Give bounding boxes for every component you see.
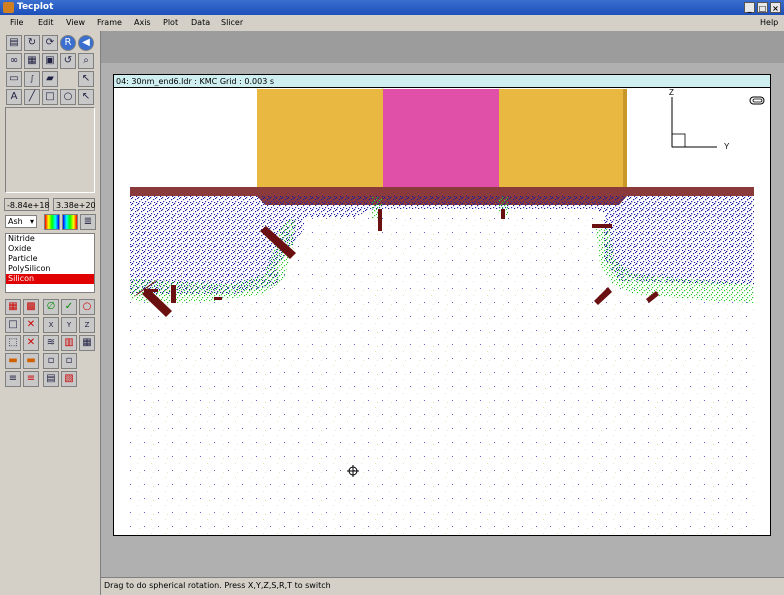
menu-frame[interactable]: Frame — [97, 18, 122, 27]
plot-canvas[interactable]: Z Y — [114, 89, 770, 536]
colormap-select[interactable]: Ash ▾ — [5, 215, 37, 228]
ellipse-icon[interactable]: ○ — [60, 89, 76, 105]
back-icon[interactable]: ◀ — [78, 35, 94, 51]
slice-y-icon[interactable]: Y — [61, 317, 77, 333]
list-item[interactable]: Oxide — [6, 244, 94, 254]
cube-x-icon[interactable]: ✕ — [23, 335, 39, 351]
line-icon[interactable]: ╱ — [24, 89, 40, 105]
menu-file[interactable]: File — [10, 18, 23, 27]
cube-icon[interactable]: ⬚ — [5, 335, 21, 351]
menu-edit[interactable]: Edit — [38, 18, 54, 27]
paperclip-icon[interactable] — [749, 96, 765, 105]
rectangle-icon[interactable]: □ — [42, 89, 58, 105]
grid2-icon[interactable]: ▣ — [42, 53, 58, 69]
rotate-icon[interactable]: ⟳ — [42, 35, 58, 51]
integral-icon[interactable]: ∫ — [24, 71, 40, 87]
box-x-icon[interactable]: ✕ — [23, 317, 39, 333]
menu-plot[interactable]: Plot — [163, 18, 178, 27]
letter-a-icon[interactable]: A — [6, 89, 22, 105]
probe-icon[interactable]: ▰ — [42, 71, 58, 87]
chevron-down-icon: ▾ — [29, 217, 34, 226]
plot-frame[interactable]: 04: 30nm_end6.ldr : KMC Grid : 0.003 s Z… — [113, 74, 771, 536]
menu-slicer[interactable]: Slicer — [221, 18, 243, 27]
reset-icon[interactable]: R — [60, 35, 76, 51]
box-icon[interactable]: □ — [5, 317, 21, 333]
redraw-icon[interactable]: ↻ — [24, 35, 40, 51]
gate-right — [499, 89, 627, 189]
list-item[interactable]: Particle — [6, 254, 94, 264]
gate-center — [383, 89, 499, 189]
menu-axis[interactable]: Axis — [134, 18, 151, 27]
colormap-icon[interactable] — [44, 214, 60, 230]
cancel-icon[interactable]: ○ — [79, 299, 95, 315]
defect-rod — [171, 285, 176, 303]
status-bar: Drag to do spherical rotation. Press X,Y… — [101, 577, 784, 595]
defect-rod — [144, 289, 158, 292]
axis-origin-box — [671, 133, 686, 148]
close-button[interactable]: × — [770, 2, 781, 13]
stack-layers-icon[interactable]: ≡ — [5, 371, 21, 387]
menu-bar: File Edit View Frame Axis Plot Data Slic… — [0, 15, 784, 32]
defect-rod — [378, 209, 382, 231]
defect-rod — [592, 224, 612, 228]
menu-help[interactable]: Help — [760, 18, 778, 27]
list-icon[interactable]: ≣ — [80, 214, 96, 230]
list-item[interactable]: Nitride — [6, 234, 94, 244]
layers-icon[interactable]: ≋ — [43, 335, 59, 351]
y-axis-label: Y — [724, 142, 730, 151]
stack-layers2-icon[interactable]: ≡ — [23, 371, 39, 387]
stack-layers3-icon[interactable]: ▤ — [43, 371, 59, 387]
defect-rod — [501, 209, 505, 219]
blank2-icon[interactable]: ▫ — [61, 353, 77, 369]
maximize-button[interactable]: □ — [757, 2, 768, 13]
stack-icon[interactable]: ▥ — [61, 335, 77, 351]
link-icon[interactable]: ∞ — [6, 53, 22, 69]
menu-data[interactable]: Data — [191, 18, 210, 27]
oxide-layer — [130, 187, 754, 196]
defect-rod — [214, 297, 222, 300]
sidebar-panel — [5, 107, 95, 193]
stack-layers4-icon[interactable]: ▧ — [61, 371, 77, 387]
material-list: Nitride Oxide Particle PolySilicon Silic… — [5, 233, 95, 293]
colormap-bar-icon[interactable] — [62, 214, 78, 230]
slice-x-icon[interactable]: X — [43, 317, 59, 333]
pointer-icon[interactable]: ↖ — [78, 71, 94, 87]
select-icon[interactable]: ↖ — [78, 89, 94, 105]
check-icon[interactable]: ✓ — [61, 299, 77, 315]
text-icon[interactable]: ▭ — [6, 71, 22, 87]
range-min-field[interactable]: -8.84e+18 — [4, 198, 50, 211]
menu-view[interactable]: View — [66, 18, 85, 27]
zoom-icon[interactable]: ⌕ — [78, 53, 94, 69]
range-max-field[interactable]: 3.38e+20 — [53, 198, 96, 211]
title-bar: Tecplot _ □ × — [0, 0, 784, 15]
gate-left — [257, 89, 383, 189]
workspace-top-area — [101, 31, 784, 63]
slice-icon[interactable]: ▦ — [5, 299, 21, 315]
gate-edge — [623, 89, 627, 189]
nodata-icon[interactable]: ∅ — [43, 299, 59, 315]
list-item[interactable]: PolySilicon — [6, 264, 94, 274]
slice2-icon[interactable]: ▩ — [23, 299, 39, 315]
z-axis-label: Z — [669, 89, 674, 97]
list-item-selected[interactable]: Silicon — [6, 274, 94, 284]
blank-icon[interactable]: ▫ — [43, 353, 59, 369]
colormap-label: Ash — [8, 217, 23, 226]
window-title: Tecplot — [17, 2, 54, 12]
mesh-icon[interactable]: ▦ — [79, 335, 95, 351]
surface2-icon[interactable]: ▬ — [23, 353, 39, 369]
open-icon[interactable]: ▤ — [6, 35, 22, 51]
tecplot-logo-icon — [3, 2, 14, 13]
slice-z-icon[interactable]: Z — [79, 317, 95, 333]
surface-icon[interactable]: ▬ — [5, 353, 21, 369]
minimize-button[interactable]: _ — [744, 2, 755, 13]
grid-icon[interactable]: ▦ — [24, 53, 40, 69]
frame-header: 04: 30nm_end6.ldr : KMC Grid : 0.003 s — [114, 75, 770, 88]
rotate3d-icon[interactable]: ↺ — [60, 53, 76, 69]
sidebar: ▤ ↻ ⟳ R ◀ ∞ ▦ ▣ ↺ ⌕ ▭ ∫ ▰ ↖ A ╱ □ ○ ↖ -8… — [0, 31, 100, 595]
